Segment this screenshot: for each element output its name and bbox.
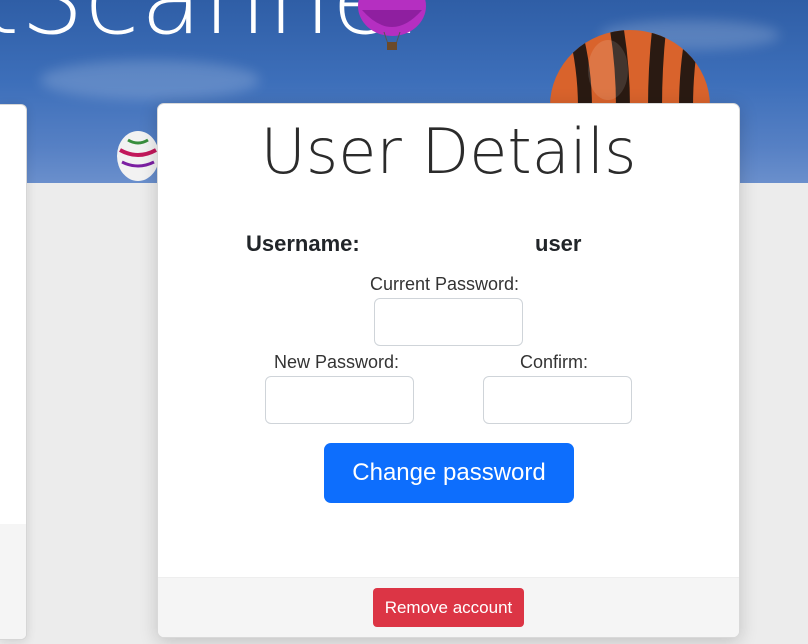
hot-air-balloon-icon <box>117 131 159 181</box>
confirm-password-label: Confirm: <box>520 352 589 372</box>
adjacent-card <box>0 104 27 640</box>
remove-account-button[interactable]: Remove account <box>373 588 524 627</box>
page-title: User Details <box>260 115 637 188</box>
new-password-label: New Password: <box>274 352 400 372</box>
username-row: Username: user <box>158 231 739 261</box>
current-password-field[interactable] <box>374 298 523 346</box>
username-label: Username: <box>246 231 360 256</box>
card-footer: Remove account <box>158 577 739 637</box>
cloud <box>40 60 260 100</box>
new-password-field[interactable] <box>265 376 414 424</box>
change-password-button[interactable]: Change password <box>324 443 574 503</box>
current-password-label: Current Password: <box>370 274 520 294</box>
confirm-password-field[interactable] <box>483 376 632 424</box>
user-details-card: User Details Username: user Current Pass… <box>157 103 740 638</box>
username-value: user <box>535 231 582 256</box>
hot-air-balloon-icon <box>358 0 426 50</box>
adjacent-card-footer <box>0 524 26 639</box>
